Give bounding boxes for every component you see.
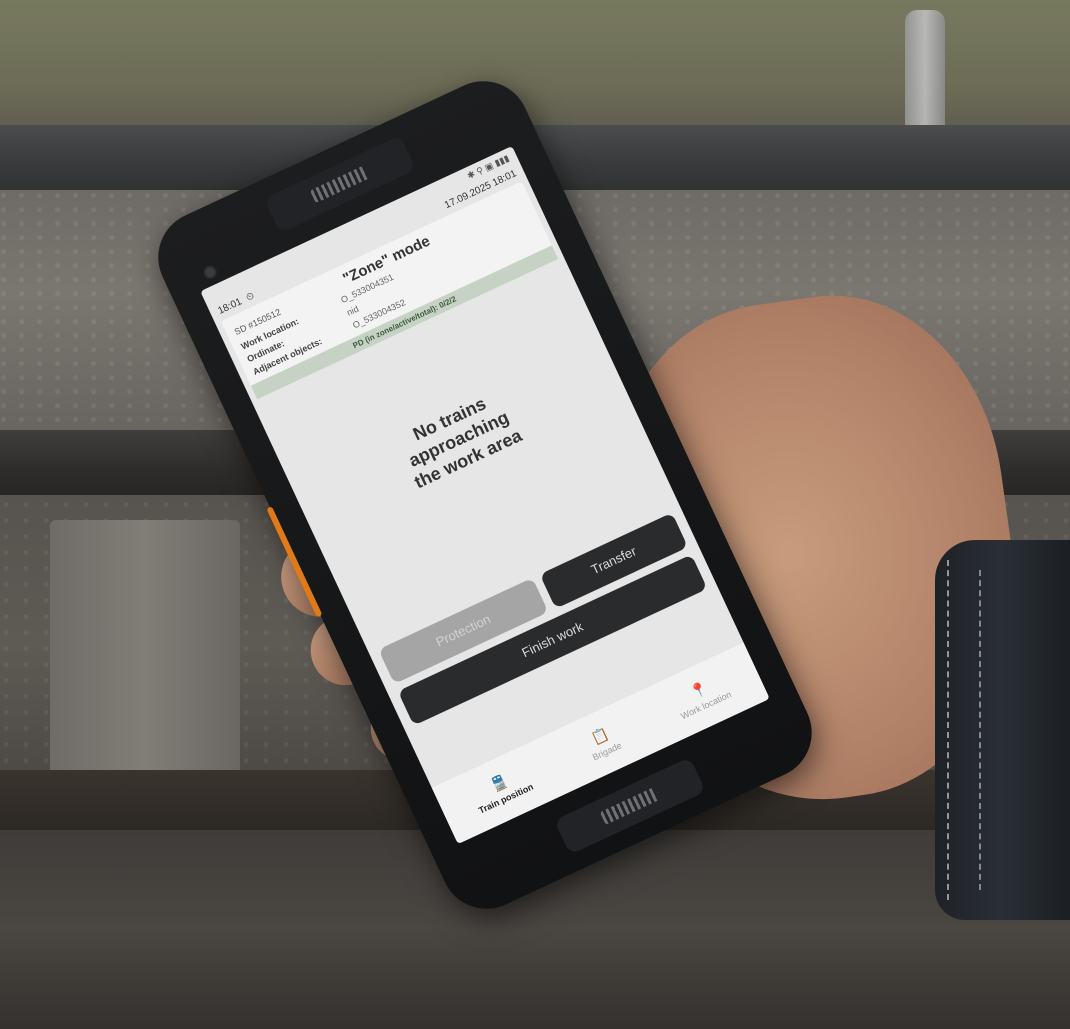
status-message: No trains approaching the work area	[289, 336, 629, 541]
info-row-ordinate: Ordinate: nid	[245, 222, 536, 365]
speaker-grill	[599, 786, 661, 825]
tab-work-location[interactable]: 📍 Work location	[671, 671, 732, 721]
tab-brigade[interactable]: 📋 Brigade	[583, 722, 623, 763]
train-icon: 🚆	[487, 771, 510, 794]
clock-icon: ⏲	[244, 290, 256, 304]
app-screen: ✱ ⚲ ▣ ▮▮▮ 18:01 ⏲ 17.09.2025 18:01 SD #1…	[200, 145, 770, 845]
location-pin-icon: 📍	[687, 678, 711, 701]
pd-value: 0/2/2	[437, 294, 458, 311]
status-message-line: approaching	[405, 406, 512, 471]
speaker-grill	[309, 165, 371, 204]
phone-body: ✱ ⚲ ▣ ▮▮▮ 18:01 ⏲ 17.09.2025 18:01 SD #1…	[143, 66, 827, 924]
tab-train-position[interactable]: 🚆 Train position	[469, 763, 535, 816]
phone: ✱ ⚲ ▣ ▮▮▮ 18:01 ⏲ 17.09.2025 18:01 SD #1…	[143, 66, 827, 924]
front-camera	[200, 262, 220, 282]
ordinate-value: nid	[345, 303, 361, 318]
phone-wrap: ✱ ⚲ ▣ ▮▮▮ 18:01 ⏲ 17.09.2025 18:01 SD #1…	[0, 0, 1070, 1029]
clipboard-icon: 📋	[588, 724, 612, 747]
